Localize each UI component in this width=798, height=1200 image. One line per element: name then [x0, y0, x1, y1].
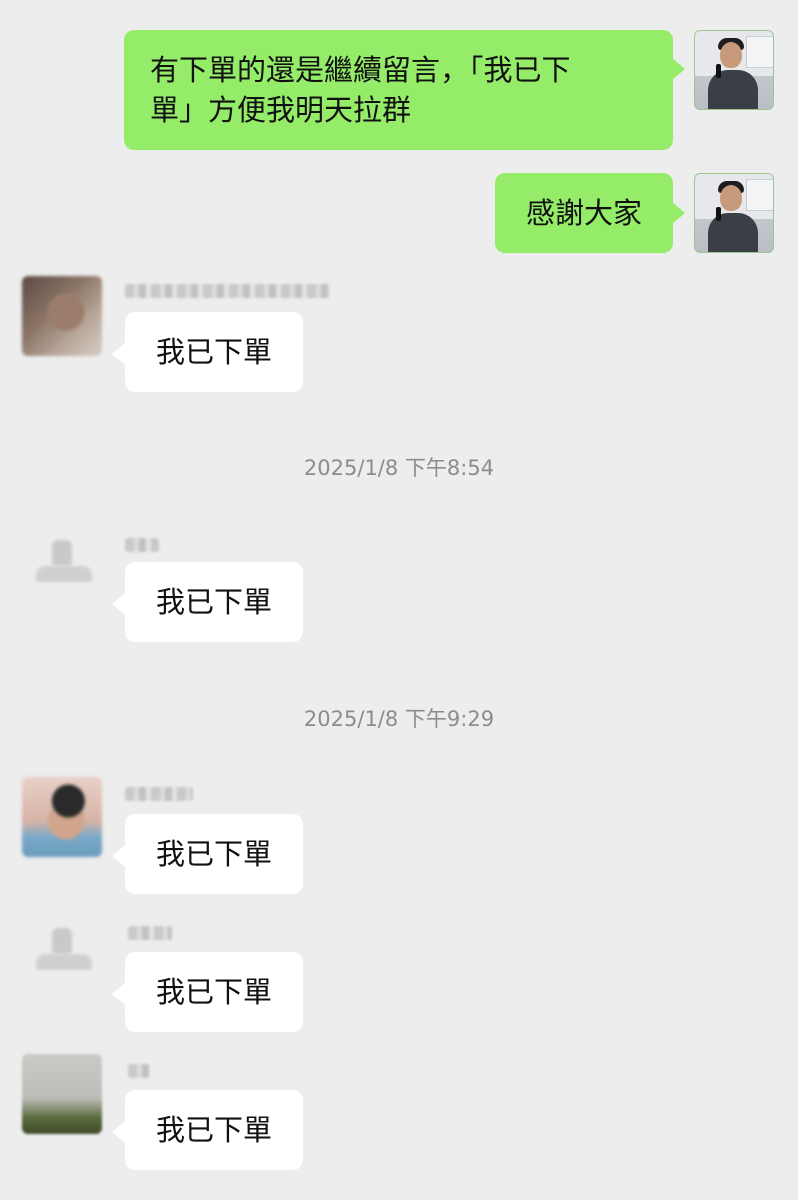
- message-bubble-other[interactable]: 我已下單: [125, 952, 303, 1032]
- sender-name-blurred: [128, 1064, 150, 1078]
- self-avatar[interactable]: [694, 30, 774, 110]
- contact-avatar[interactable]: [22, 916, 102, 996]
- message-text: 感謝大家: [525, 196, 642, 230]
- sender-name-blurred: [128, 926, 172, 940]
- message-bubble-other[interactable]: 我已下單: [125, 562, 303, 642]
- contact-avatar[interactable]: [22, 276, 102, 356]
- message-text: 我已下單: [155, 1113, 272, 1147]
- bubble-tail: [112, 983, 125, 1005]
- message-bubble-other[interactable]: 我已下單: [125, 814, 303, 894]
- message-bubble-other[interactable]: 我已下單: [125, 312, 303, 392]
- message-text: 我已下單: [155, 837, 272, 871]
- sender-name-blurred: [125, 284, 330, 298]
- bubble-tail: [112, 343, 125, 365]
- message-bubble-other[interactable]: 我已下單: [125, 1090, 303, 1170]
- contact-avatar[interactable]: [22, 528, 102, 608]
- bubble-tail: [112, 1121, 125, 1143]
- chat-timestamp: 2025/1/8 下午8:54: [303, 456, 495, 480]
- message-text: 我已下單: [155, 585, 272, 619]
- contact-avatar[interactable]: [22, 1054, 102, 1134]
- bubble-tail: [672, 58, 685, 80]
- message-text: 有下單的還是繼續留言，「我已下: [150, 53, 571, 87]
- message-text: 我已下單: [155, 335, 272, 369]
- message-text: 單」方便我明天拉群: [150, 93, 412, 127]
- message-bubble-self[interactable]: 有下單的還是繼續留言，「我已下 單」方便我明天拉群: [124, 30, 673, 150]
- bubble-tail: [112, 593, 125, 615]
- sender-name-blurred: [125, 538, 159, 552]
- self-avatar[interactable]: [694, 173, 774, 253]
- message-text: 我已下單: [155, 975, 272, 1009]
- message-bubble-self[interactable]: 感謝大家: [495, 173, 673, 253]
- sender-name-blurred: [125, 787, 193, 801]
- bubble-tail: [112, 845, 125, 867]
- contact-avatar[interactable]: [22, 777, 102, 857]
- bubble-tail: [672, 202, 685, 224]
- chat-timestamp: 2025/1/8 下午9:29: [303, 707, 495, 731]
